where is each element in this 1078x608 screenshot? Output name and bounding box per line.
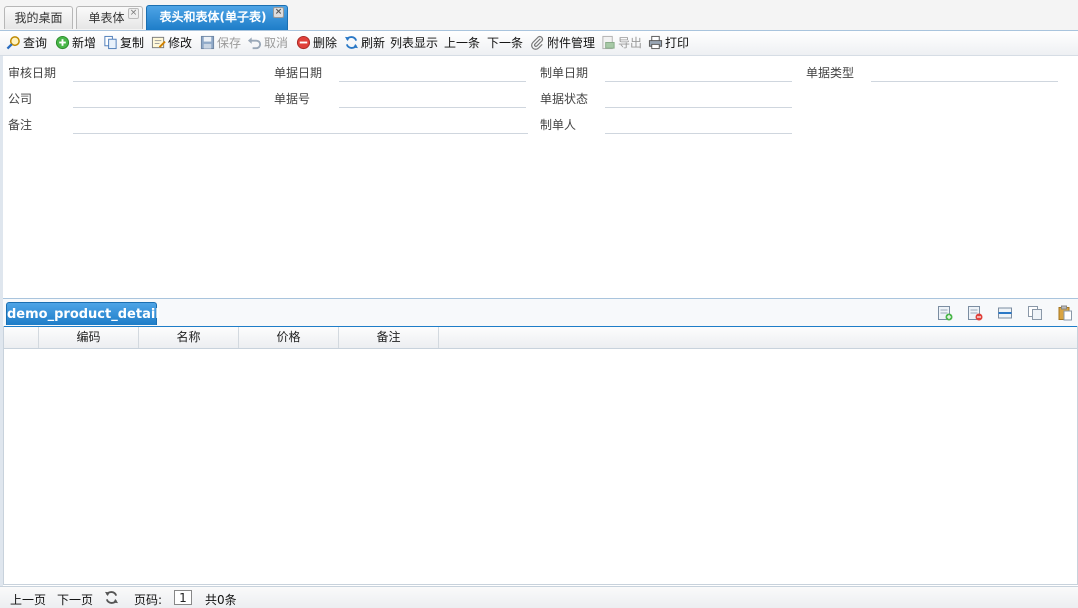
edit-button[interactable]: 修改 [151,34,192,52]
tab-my-desktop[interactable]: 我的桌面 [4,6,73,29]
doc-type-label: 单据类型 [806,66,855,80]
doc-status-label: 单据状态 [540,92,589,106]
delete-row-icon[interactable] [967,305,983,321]
create-date-field[interactable] [605,81,792,82]
doc-date-label: 单据日期 [274,66,323,80]
company-field[interactable] [73,107,260,108]
copy-icon [104,35,117,50]
total-count: 共0条 [205,593,237,607]
insert-row-icon[interactable] [997,305,1013,321]
add-row-icon[interactable] [937,305,953,321]
creator-field[interactable] [605,133,792,134]
delete-button[interactable]: 删除 [296,34,337,52]
page-number-input[interactable]: 1 [174,590,192,605]
refresh-icon[interactable] [104,590,119,605]
close-icon[interactable]: × [128,8,139,19]
save-icon [200,35,215,50]
create-date-label: 制单日期 [540,66,589,80]
paperclip-icon [531,36,544,50]
doc-no-label: 单据号 [274,92,311,106]
search-icon [6,36,20,50]
doc-date-field[interactable] [339,81,526,82]
attachments-button[interactable]: 附件管理 [530,34,595,52]
creator-label: 制单人 [540,118,577,132]
add-button[interactable]: 新增 [55,34,96,52]
delete-icon [296,35,311,50]
detail-tab-strip [3,298,1078,327]
row-number-header [4,327,39,348]
edit-icon [151,36,166,49]
tab-demo-product-detail[interactable]: demo_product_detail [6,302,160,325]
column-header-price[interactable]: 价格 [239,327,339,348]
prev-record-button[interactable]: 上一条 [444,34,480,52]
add-icon [55,35,70,50]
refresh-button[interactable]: 刷新 [344,34,385,52]
tab-header-and-body[interactable]: 表头和表体(单子表) × [146,5,288,30]
tab-label: 我的桌面 [14,11,63,25]
remark-label: 备注 [8,118,33,132]
column-header-code[interactable]: 编码 [39,327,139,348]
doc-status-field[interactable] [605,107,792,108]
company-label: 公司 [8,92,33,106]
detail-grid [3,326,1078,585]
tab-label: 单表体 [88,11,125,25]
refresh-icon [344,36,359,49]
save-button[interactable]: 保存 [200,34,241,52]
tab-single-body[interactable]: 单表体 × [76,6,143,29]
prev-page-button[interactable]: 上一页 [10,592,46,608]
next-page-button[interactable]: 下一页 [57,592,93,608]
audit-date-field[interactable] [73,81,260,82]
column-header-remark[interactable]: 备注 [339,327,439,348]
export-button[interactable]: 导出 [601,34,642,52]
copy-button[interactable]: 复制 [103,34,144,52]
tab-bar: 我的桌面 单表体 × 表头和表体(单子表) × [0,0,1078,31]
close-icon[interactable]: × [273,7,284,18]
undo-icon [247,37,262,50]
audit-date-label: 审核日期 [8,66,57,80]
printer-icon [648,35,663,50]
remark-field[interactable] [73,133,528,134]
export-icon [602,35,615,50]
list-view-button[interactable]: 列表显示 [390,34,438,52]
detail-tab-label: demo_product_detail [7,307,160,322]
copy-row-icon[interactable] [1027,305,1043,321]
tab-label: 表头和表体(单子表) [159,10,267,24]
cancel-button[interactable]: 取消 [247,34,288,52]
grid-header: 编码 名称 价格 备注 [4,327,1077,349]
doc-type-field[interactable] [871,81,1058,82]
print-button[interactable]: 打印 [648,34,689,52]
query-button[interactable]: 查询 [6,34,47,52]
doc-no-field[interactable] [339,107,526,108]
next-record-button[interactable]: 下一条 [487,34,523,52]
toolbar: 查询 新增 复制 修改 保存 取消 删除 刷新 列表显示 上一条 下一条 附件管… [0,31,1078,56]
pager: 上一页 下一页 页码: 1 共0条 [0,586,1078,608]
column-header-name[interactable]: 名称 [139,327,239,348]
paste-icon[interactable] [1057,305,1073,321]
page-label: 页码: [134,593,163,607]
